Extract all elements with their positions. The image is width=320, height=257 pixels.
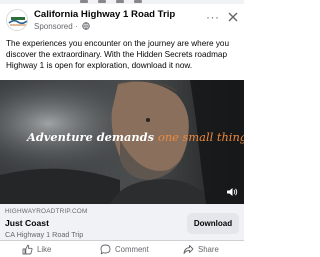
more-icon[interactable]: ··· [206, 10, 220, 24]
cta-bar[interactable]: HIGHWAYROADTRIP.COM Just Coast CA Highwa… [0, 204, 244, 240]
action-bar: Like Comment Share [0, 240, 244, 257]
comment-icon [100, 244, 111, 255]
link-description[interactable]: CA Highway 1 Road Trip [5, 230, 83, 239]
post-header: California Highway 1 Road Trip Sponsored… [6, 7, 240, 35]
separator: · [74, 22, 78, 31]
video-overlay-text: Adventure demands one small thing [27, 130, 244, 144]
link-headline[interactable]: Just Coast [5, 218, 49, 228]
page-name[interactable]: California Highway 1 Road Trip [34, 9, 175, 20]
like-icon [22, 244, 33, 255]
like-button[interactable]: Like [22, 243, 51, 256]
overlay-accent-text: one small thing [157, 130, 244, 144]
like-label: Like [37, 245, 52, 254]
share-icon [183, 245, 194, 254]
ad-video[interactable]: Adventure demands one small thing [0, 80, 244, 204]
sound-icon[interactable] [226, 186, 238, 198]
share-button[interactable]: Share [183, 243, 219, 256]
logo-icon[interactable] [6, 9, 28, 31]
comment-button[interactable]: Comment [100, 243, 149, 256]
download-button[interactable]: Download [187, 213, 239, 234]
top-edge-strip [0, 0, 244, 4]
share-label: Share [198, 245, 219, 254]
link-domain[interactable]: HIGHWAYROADTRIP.COM [5, 208, 88, 215]
close-icon[interactable] [227, 11, 239, 23]
overlay-main-text: Adventure demands [27, 130, 158, 144]
comment-label: Comment [115, 245, 149, 254]
post-body-text: The experiences you encounter on the jou… [6, 39, 230, 71]
sponsored-label: Sponsored · [34, 22, 90, 31]
globe-icon [82, 22, 90, 30]
sponsored-text[interactable]: Sponsored [34, 22, 73, 31]
